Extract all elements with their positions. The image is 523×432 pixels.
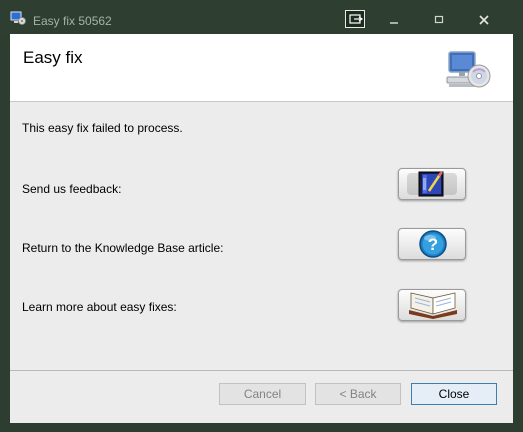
close-button[interactable]: Close xyxy=(411,383,497,405)
svg-text:?: ? xyxy=(428,235,438,254)
knowledge-base-label: Return to the Knowledge Base article: xyxy=(22,241,224,255)
minimize-icon xyxy=(390,22,398,24)
maximize-icon xyxy=(434,15,444,24)
title-bar[interactable]: Easy fix 50562 xyxy=(0,0,523,34)
feedback-label: Send us feedback: xyxy=(22,182,122,196)
status-message: This easy fix failed to process. xyxy=(22,121,183,135)
snap-icon xyxy=(349,14,364,24)
close-window-button[interactable] xyxy=(464,9,504,31)
window-title: Easy fix 50562 xyxy=(33,14,112,28)
page-title: Easy fix xyxy=(23,48,83,67)
computer-disc-icon xyxy=(446,51,491,88)
knowledge-base-button[interactable]: ? xyxy=(398,228,466,260)
minimize-button[interactable] xyxy=(374,9,414,31)
learn-more-label: Learn more about easy fixes: xyxy=(22,300,177,314)
easy-fix-window: Easy fix 50562 Easy fix This easy fix fa… xyxy=(0,0,523,432)
send-feedback-button[interactable] xyxy=(398,168,466,200)
learn-more-button[interactable] xyxy=(398,289,466,321)
cancel-button[interactable]: Cancel xyxy=(219,383,306,405)
back-button[interactable]: < Back xyxy=(315,383,401,405)
feedback-book-pencil-icon xyxy=(407,171,457,197)
app-icon xyxy=(10,11,26,25)
help-question-icon: ? xyxy=(419,230,447,258)
header-panel: Easy fix xyxy=(10,34,513,102)
dialog-footer: Cancel < Back Close xyxy=(10,370,513,423)
dialog-client-area: Easy fix This easy fix failed to process… xyxy=(10,34,513,423)
open-book-icon xyxy=(409,292,457,319)
snap-button[interactable] xyxy=(345,10,365,28)
maximize-button[interactable] xyxy=(419,9,459,31)
close-icon xyxy=(479,15,489,25)
